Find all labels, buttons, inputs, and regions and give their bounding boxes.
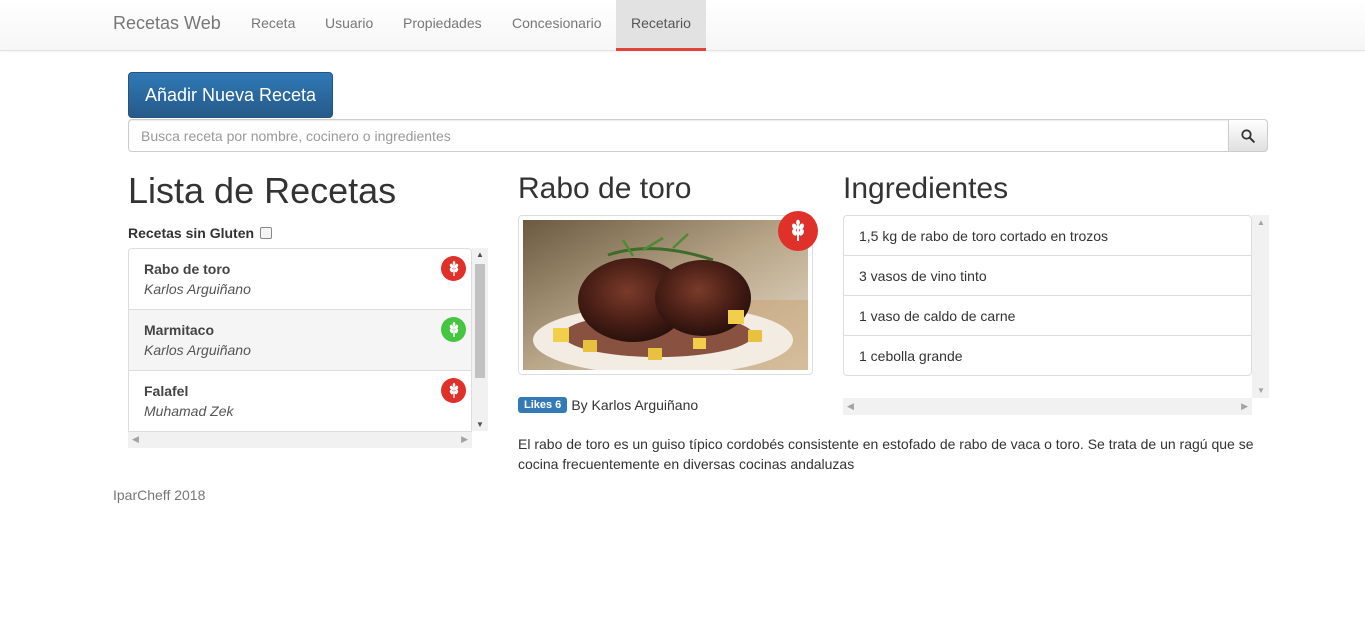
list-item: 3 vasos de vino tinto [843, 255, 1252, 296]
recipe-author: Muhamad Zek [144, 403, 234, 419]
likes-badge[interactable]: Likes 6 [518, 397, 568, 413]
ingredients-list: 1,5 kg de rabo de toro cortado en trozos… [843, 215, 1252, 376]
recipe-list: Rabo de toro Karlos Arguiñano Marmitaco … [128, 248, 488, 448]
top-navbar: Recetas Web Receta Usuario Propiedades C… [0, 0, 1365, 51]
recipe-title: Rabo de toro [144, 261, 231, 277]
gluten-filter: Recetas sin Gluten [128, 225, 273, 241]
recipe-image-frame [518, 215, 813, 375]
scroll-left-arrow-icon[interactable]: ◀ [132, 434, 139, 445]
nav-item-concesionario[interactable]: Concesionario [497, 0, 617, 51]
recipe-detail-title: Rabo de toro [518, 172, 692, 205]
gluten-filter-label: Recetas sin Gluten [128, 225, 255, 241]
recipe-author-line: By Karlos Arguiñano [571, 397, 699, 413]
search-input[interactable] [128, 119, 1229, 152]
ingredients-vertical-scrollbar[interactable]: ▲ ▼ [1252, 215, 1269, 398]
ingredients-horizontal-scrollbar[interactable]: ◀ ▶ [843, 398, 1252, 415]
brand-link[interactable]: Recetas Web [113, 13, 221, 34]
recipe-author: Karlos Arguiñano [144, 342, 251, 358]
recipe-title: Falafel [144, 383, 189, 399]
recipe-list-title: Lista de Recetas [128, 170, 397, 211]
scroll-right-arrow-icon[interactable]: ▶ [461, 434, 468, 445]
recipe-photo [523, 220, 808, 370]
footer-text: IparCheff 2018 [113, 487, 206, 503]
ingredients-title: Ingredientes [843, 172, 1009, 205]
recipe-description: El rabo de toro es un guiso típico cordo… [518, 436, 1254, 472]
list-item[interactable]: Falafel Muhamad Zek [128, 370, 472, 432]
nav-item-usuario[interactable]: Usuario [310, 0, 388, 51]
scroll-down-arrow-icon[interactable]: ▼ [1257, 386, 1265, 395]
list-item[interactable]: Rabo de toro Karlos Arguiñano [128, 248, 472, 310]
wheat-icon [441, 317, 466, 342]
scroll-right-arrow-icon[interactable]: ▶ [1241, 401, 1248, 412]
scroll-up-arrow-icon[interactable]: ▲ [476, 250, 484, 259]
recipe-title: Marmitaco [144, 322, 215, 338]
scrollbar-thumb[interactable] [475, 264, 485, 378]
add-recipe-button[interactable]: Añadir Nueva Receta [128, 72, 333, 118]
wheat-icon [441, 378, 466, 403]
scroll-left-arrow-icon[interactable]: ◀ [847, 401, 854, 412]
gluten-free-checkbox[interactable] [260, 227, 273, 239]
scroll-up-arrow-icon[interactable]: ▲ [1257, 218, 1265, 227]
wheat-icon [778, 211, 818, 251]
likes-row: Likes 6 By Karlos Arguiñano [518, 397, 698, 413]
list-item[interactable]: Marmitaco Karlos Arguiñano [128, 309, 472, 371]
recipe-author: Karlos Arguiñano [144, 281, 251, 297]
scroll-down-arrow-icon[interactable]: ▼ [476, 420, 484, 429]
nav-item-propiedades[interactable]: Propiedades [388, 0, 497, 51]
list-item: 1 cebolla grande [843, 335, 1252, 376]
recipe-list-vertical-scrollbar[interactable]: ▲ ▼ [472, 248, 488, 431]
search-icon [1241, 128, 1255, 143]
list-item: 1,5 kg de rabo de toro cortado en trozos [843, 215, 1252, 256]
recipe-list-horizontal-scrollbar[interactable]: ◀ ▶ [128, 432, 472, 448]
nav-item-recetario[interactable]: Recetario [616, 0, 706, 51]
wheat-icon [441, 256, 466, 281]
ingredients-panel: 1,5 kg de rabo de toro cortado en trozos… [843, 215, 1269, 415]
nav-item-receta[interactable]: Receta [236, 0, 310, 51]
search-button[interactable] [1228, 119, 1268, 152]
list-item: 1 vaso de caldo de carne [843, 295, 1252, 336]
